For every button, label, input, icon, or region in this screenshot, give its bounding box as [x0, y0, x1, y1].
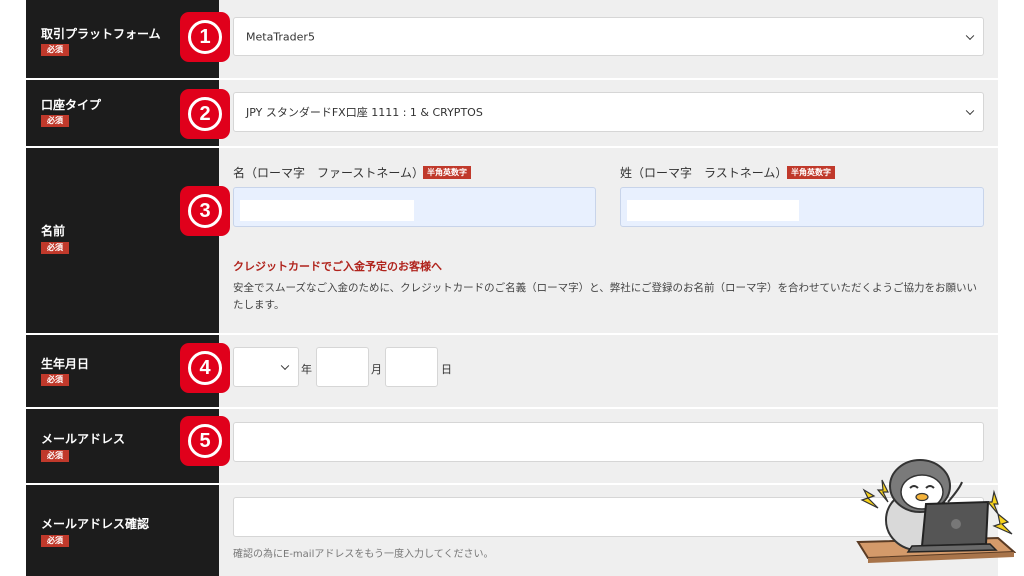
email-confirm-label: メールアドレス確認 [41, 517, 150, 531]
step-number: 5 [188, 424, 222, 458]
birthday-label: 生年月日 [41, 357, 90, 371]
last-name-input[interactable] [620, 187, 984, 227]
label-cell: メールアドレス確認 必須 [26, 485, 219, 576]
content-cell: MetaTrader5 [219, 0, 998, 78]
step-2-marker: 2 [180, 89, 230, 139]
step-4-marker: 4 [180, 343, 230, 393]
first-name-input[interactable] [233, 187, 596, 227]
required-badge: 必須 [41, 450, 69, 462]
birth-month-input[interactable] [316, 347, 369, 387]
chevron-down-icon [965, 106, 975, 116]
step-number: 1 [188, 20, 222, 54]
content-cell: 名（ローマ字 ファーストネーム） 半角英数字 姓（ローマ字 ラストネーム） 半角… [219, 148, 998, 333]
last-name-label: 姓（ローマ字 ラストネーム） [620, 166, 788, 180]
row-birthday: 生年月日 必須 年 月 日 [26, 335, 998, 407]
step-3-marker: 3 [180, 186, 230, 236]
chevron-down-icon [280, 361, 290, 371]
required-badge: 必須 [41, 115, 69, 127]
alnum-badge: 半角英数字 [787, 166, 835, 179]
step-number: 4 [188, 351, 222, 385]
platform-label: 取引プラットフォーム [41, 27, 161, 41]
platform-selected-value: MetaTrader5 [246, 30, 315, 43]
required-badge: 必須 [41, 535, 69, 547]
account-type-selected-value: JPY スタンダードFX口座 1111 : 1 & CRYPTOS [246, 106, 483, 119]
alnum-badge: 半角英数字 [423, 166, 471, 179]
card-notice-title: クレジットカードでご入金予定のお客様へ [233, 260, 442, 273]
step-number: 3 [188, 194, 222, 228]
first-name-label: 名（ローマ字 ファーストネーム） [233, 166, 425, 180]
platform-select[interactable]: MetaTrader5 [233, 17, 984, 56]
account-type-label: 口座タイプ [41, 98, 102, 112]
month-unit: 月 [371, 363, 382, 376]
email-label: メールアドレス [41, 432, 126, 446]
account-type-select[interactable]: JPY スタンダードFX口座 1111 : 1 & CRYPTOS [233, 92, 984, 132]
step-5-marker: 5 [180, 416, 230, 466]
chevron-down-icon [965, 31, 975, 40]
row-account-type: 口座タイプ 必須 JPY スタンダードFX口座 1111 : 1 & CRYPT… [26, 80, 998, 146]
name-label: 名前 [41, 224, 66, 238]
penguin-mascot-illustration [856, 459, 1016, 563]
day-unit: 日 [441, 363, 452, 376]
required-badge: 必須 [41, 374, 69, 386]
birth-day-input[interactable] [385, 347, 438, 387]
redacted-value [627, 200, 799, 221]
birth-year-select[interactable] [233, 347, 299, 387]
step-number: 2 [188, 97, 222, 131]
row-platform: 取引プラットフォーム 必須 MetaTrader5 [26, 0, 998, 78]
email-confirm-hint: 確認の為にE-mailアドレスをもう一度入力してください。 [233, 549, 494, 560]
required-badge: 必須 [41, 44, 69, 56]
content-cell: JPY スタンダードFX口座 1111 : 1 & CRYPTOS [219, 80, 998, 146]
card-notice-body: 安全でスムーズなご入金のために、クレジットカードのご名義（ローマ字）と、弊社にご… [233, 282, 978, 311]
required-badge: 必須 [41, 242, 69, 254]
row-name: 名前 必須 名（ローマ字 ファーストネーム） 半角英数字 姓（ローマ字 ラストネ… [26, 148, 998, 333]
redacted-value [240, 200, 414, 221]
label-cell: 名前 必須 [26, 148, 219, 333]
step-1-marker: 1 [180, 12, 230, 62]
year-unit: 年 [301, 363, 312, 376]
content-cell: 年 月 日 [219, 335, 998, 407]
